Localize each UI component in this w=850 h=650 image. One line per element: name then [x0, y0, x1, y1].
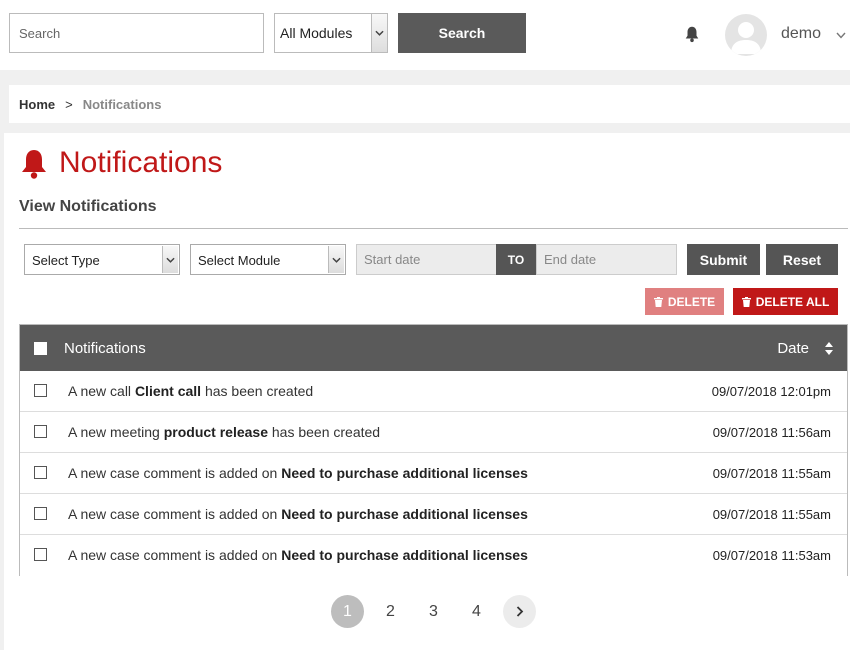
page-button-3[interactable]: 3: [417, 595, 450, 628]
module-filter-value: Select Module: [198, 253, 281, 268]
notification-text: A new case comment is added on Need to p…: [68, 506, 528, 522]
notification-subject[interactable]: Client call: [135, 383, 201, 399]
page-button-4[interactable]: 4: [460, 595, 493, 628]
table-row[interactable]: A new case comment is added on Need to p…: [20, 453, 847, 494]
end-date-input[interactable]: End date: [536, 244, 677, 275]
avatar[interactable]: [725, 14, 767, 56]
delete-label: DELETE: [667, 294, 716, 309]
chevron-down-icon: [162, 246, 178, 273]
page-button-2[interactable]: 2: [374, 595, 407, 628]
table-header: Notifications Date: [20, 325, 847, 371]
module-filter-select[interactable]: Select Module: [190, 244, 346, 275]
row-checkbox[interactable]: [34, 466, 47, 479]
notification-date: 09/07/2018 11:55am: [712, 507, 831, 522]
bell-icon: [22, 150, 46, 179]
user-icon: [731, 22, 761, 54]
start-date-input[interactable]: Start date: [356, 244, 497, 275]
row-checkbox[interactable]: [34, 384, 47, 397]
notification-date: 09/07/2018 11:53am: [712, 548, 831, 563]
page-subtitle: View Notifications: [19, 198, 157, 215]
notification-subject[interactable]: product release: [164, 424, 268, 440]
divider: [19, 228, 848, 229]
breadcrumb-separator: >: [65, 96, 73, 112]
notification-subject[interactable]: Need to purchase additional licenses: [281, 465, 528, 481]
breadcrumb-current: Notifications: [82, 96, 162, 112]
search-button[interactable]: Search: [398, 13, 526, 53]
submit-button[interactable]: Submit: [687, 244, 760, 275]
notification-subject[interactable]: Need to purchase additional licenses: [281, 547, 528, 563]
top-bar: All Modules Search demo: [0, 0, 850, 70]
column-date[interactable]: Date: [777, 340, 809, 357]
row-checkbox[interactable]: [34, 548, 47, 561]
breadcrumb-home[interactable]: Home: [19, 97, 55, 112]
notification-date: 09/07/2018 11:56am: [712, 425, 831, 440]
main-panel: Notifications View Notifications Select …: [4, 133, 850, 650]
notification-text: A new meeting product release has been c…: [68, 424, 381, 440]
bell-icon[interactable]: [683, 25, 701, 43]
breadcrumb: Home > Notifications: [9, 85, 850, 123]
table-row[interactable]: A new call Client call has been created …: [20, 371, 847, 412]
table-row[interactable]: A new case comment is added on Need to p…: [20, 535, 847, 576]
row-checkbox[interactable]: [34, 507, 47, 520]
delete-all-button[interactable]: DELETE ALL: [733, 288, 838, 315]
sort-icon[interactable]: [824, 341, 834, 356]
chevron-right-icon: [516, 606, 523, 617]
date-range-to-label: TO: [496, 244, 536, 275]
search-input[interactable]: [9, 13, 264, 53]
reset-button[interactable]: Reset: [766, 244, 838, 275]
notification-text: A new case comment is added on Need to p…: [68, 465, 528, 481]
module-select[interactable]: All Modules: [274, 13, 388, 53]
notification-subject[interactable]: Need to purchase additional licenses: [281, 506, 528, 522]
chevron-down-icon: [371, 14, 387, 52]
page-button-1[interactable]: 1: [331, 595, 364, 628]
notification-date: 09/07/2018 11:55am: [712, 466, 831, 481]
notification-text: A new case comment is added on Need to p…: [68, 547, 528, 563]
module-select-value: All Modules: [280, 25, 353, 41]
delete-all-label: DELETE ALL: [755, 294, 830, 309]
notifications-table: Notifications Date A new call Client cal…: [19, 324, 848, 576]
row-checkbox[interactable]: [34, 425, 47, 438]
delete-button[interactable]: DELETE: [645, 288, 724, 315]
chevron-down-icon[interactable]: [836, 32, 846, 39]
username[interactable]: demo: [781, 25, 821, 43]
type-select-value: Select Type: [32, 253, 100, 268]
column-notifications: Notifications: [64, 340, 146, 357]
trash-icon: [741, 296, 751, 307]
trash-icon: [653, 296, 663, 307]
notification-text: A new call Client call has been created: [68, 383, 314, 399]
chevron-down-icon: [328, 246, 344, 273]
table-row[interactable]: A new meeting product release has been c…: [20, 412, 847, 453]
table-row[interactable]: A new case comment is added on Need to p…: [20, 494, 847, 535]
type-select[interactable]: Select Type: [24, 244, 180, 275]
page-title: Notifications: [59, 146, 223, 179]
select-all-checkbox[interactable]: [34, 342, 47, 355]
notification-date: 09/07/2018 12:01pm: [711, 384, 831, 399]
next-page-button[interactable]: [503, 595, 536, 628]
